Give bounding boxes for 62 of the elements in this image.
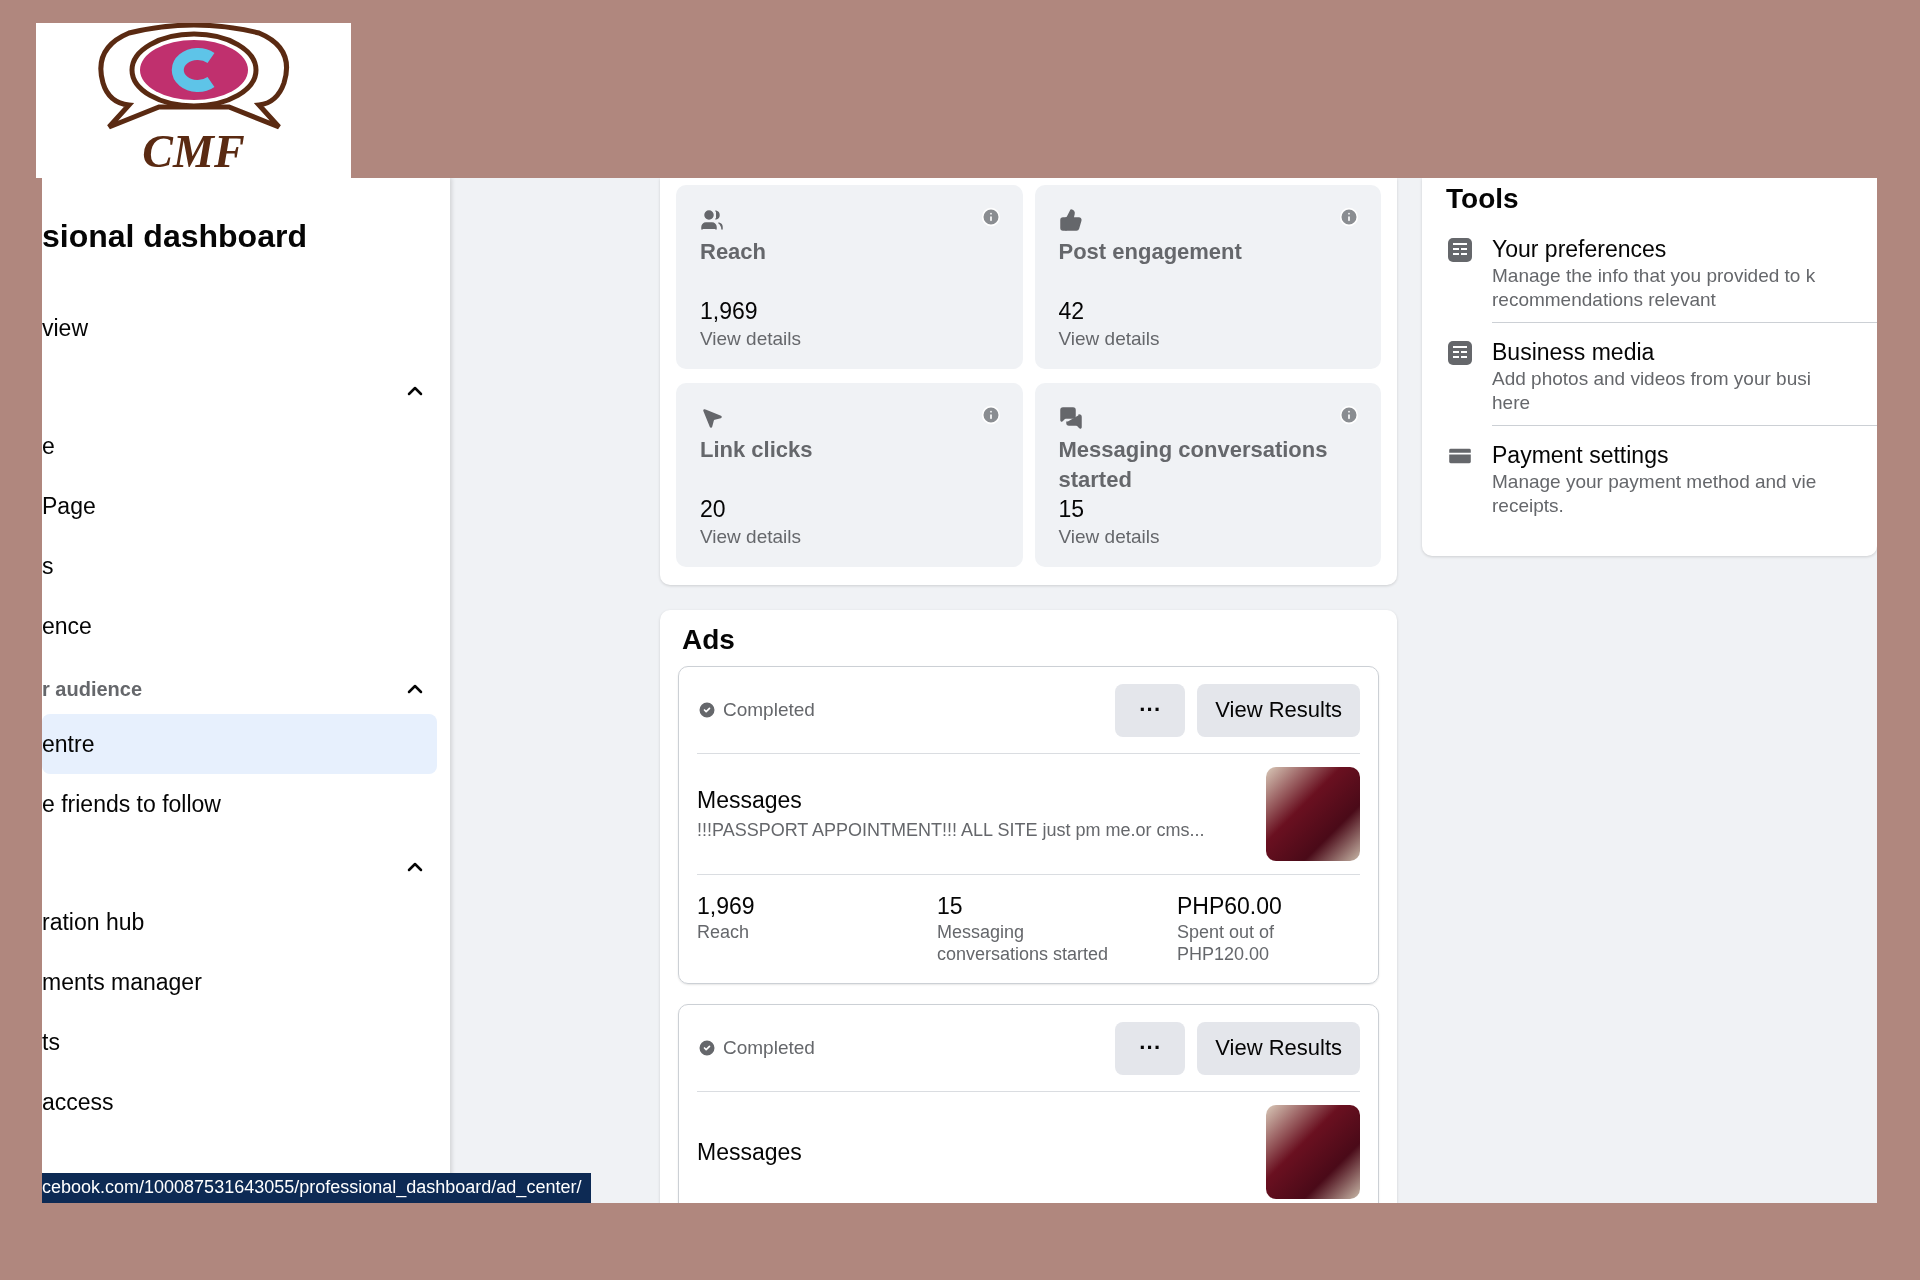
tool-title[interactable]: Your preferences [1492, 234, 1877, 264]
table-icon [1446, 236, 1474, 264]
metric-value: 20 [700, 495, 727, 523]
tool-title[interactable]: Payment settings [1492, 440, 1877, 470]
tools-title: Tools [1445, 182, 1520, 216]
thumbs-up-icon [1058, 208, 1083, 232]
metric-value: 15 [1058, 495, 1086, 523]
tool-description: Add photos and videos from your busi here [1492, 367, 1812, 415]
metric-label: Messaging conversations started [1058, 436, 1329, 494]
view-details-link[interactable]: View details [1058, 325, 1160, 353]
tool-description: Manage your payment method and vie receipts. [1492, 470, 1818, 518]
pointer-icon [700, 406, 724, 430]
sidebar-item[interactable]: ence [42, 596, 437, 656]
sidebar-item[interactable]: ration hub [42, 892, 437, 952]
stat-value: 15 [937, 892, 964, 921]
stat-label: Messaging conversations started [937, 921, 1110, 965]
status-text: Completed [723, 1037, 815, 1059]
stat-value: PHP60.00 [1177, 892, 1283, 921]
more-button[interactable]: ··· [1115, 683, 1186, 737]
info-icon[interactable] [980, 405, 1001, 425]
stat-label: Reach [697, 921, 751, 943]
info-icon[interactable] [1339, 207, 1359, 227]
stat-label: Spent out of PHP120.00 [1177, 921, 1276, 965]
ads-title: Ads [682, 624, 736, 656]
view-details-link[interactable]: View details [1058, 523, 1160, 551]
logo-text: CMF [142, 129, 245, 175]
tool-title[interactable]: Business media [1492, 337, 1877, 367]
view-results-button[interactable]: View Results [1197, 683, 1360, 737]
chat-bubbles-icon [1058, 406, 1083, 430]
info-icon[interactable] [1339, 405, 1359, 425]
sidebar-item[interactable]: Page [42, 476, 437, 536]
people-icon [700, 208, 724, 232]
tool-description: Manage the info that you provided to k recommendations relevant [1492, 264, 1817, 312]
sidebar-title: sional dashboard [42, 217, 308, 256]
view-details-link[interactable]: View details [700, 523, 802, 551]
info-icon[interactable] [980, 207, 1001, 227]
more-button[interactable]: ··· [1115, 1021, 1186, 1075]
link-url-status-bar: cebook.com/100087531643055/professional_dashboard/ad_center/ [42, 1173, 592, 1203]
check-circle-icon [697, 700, 717, 720]
table-icon [1446, 339, 1474, 367]
sidebar-item[interactable]: access [42, 1072, 437, 1132]
ad-name: Messages [697, 1138, 802, 1167]
ad-name: Messages [697, 786, 803, 815]
sidebar-item[interactable]: s [42, 536, 437, 596]
sidebar-item[interactable]: view [42, 298, 437, 358]
view-details-link[interactable]: View details [700, 325, 802, 353]
view-results-button[interactable]: View Results [1197, 1021, 1360, 1075]
section-heading: r audience [42, 677, 143, 701]
metric-value: 1,969 [700, 297, 759, 325]
metric-label: Reach [700, 238, 768, 266]
sidebar-item[interactable]: ts [42, 1012, 437, 1072]
ad-description: !!!PASSPORT APPOINTMENT!!! ALL SITE just pm me.or cms... [697, 819, 1205, 842]
sidebar-item[interactable]: e [42, 416, 437, 476]
stat-value: 1,969 [697, 892, 756, 921]
sidebar-item[interactable]: entre [42, 714, 437, 774]
metric-label: Post engagement [1058, 238, 1243, 266]
check-circle-icon [697, 1038, 717, 1058]
sidebar-item[interactable]: e friends to follow [42, 774, 437, 834]
metric-label: Link clicks [700, 436, 814, 464]
status-text: Completed [723, 699, 815, 721]
sidebar-item[interactable]: ments manager [42, 952, 437, 1012]
metric-value: 42 [1058, 297, 1086, 325]
